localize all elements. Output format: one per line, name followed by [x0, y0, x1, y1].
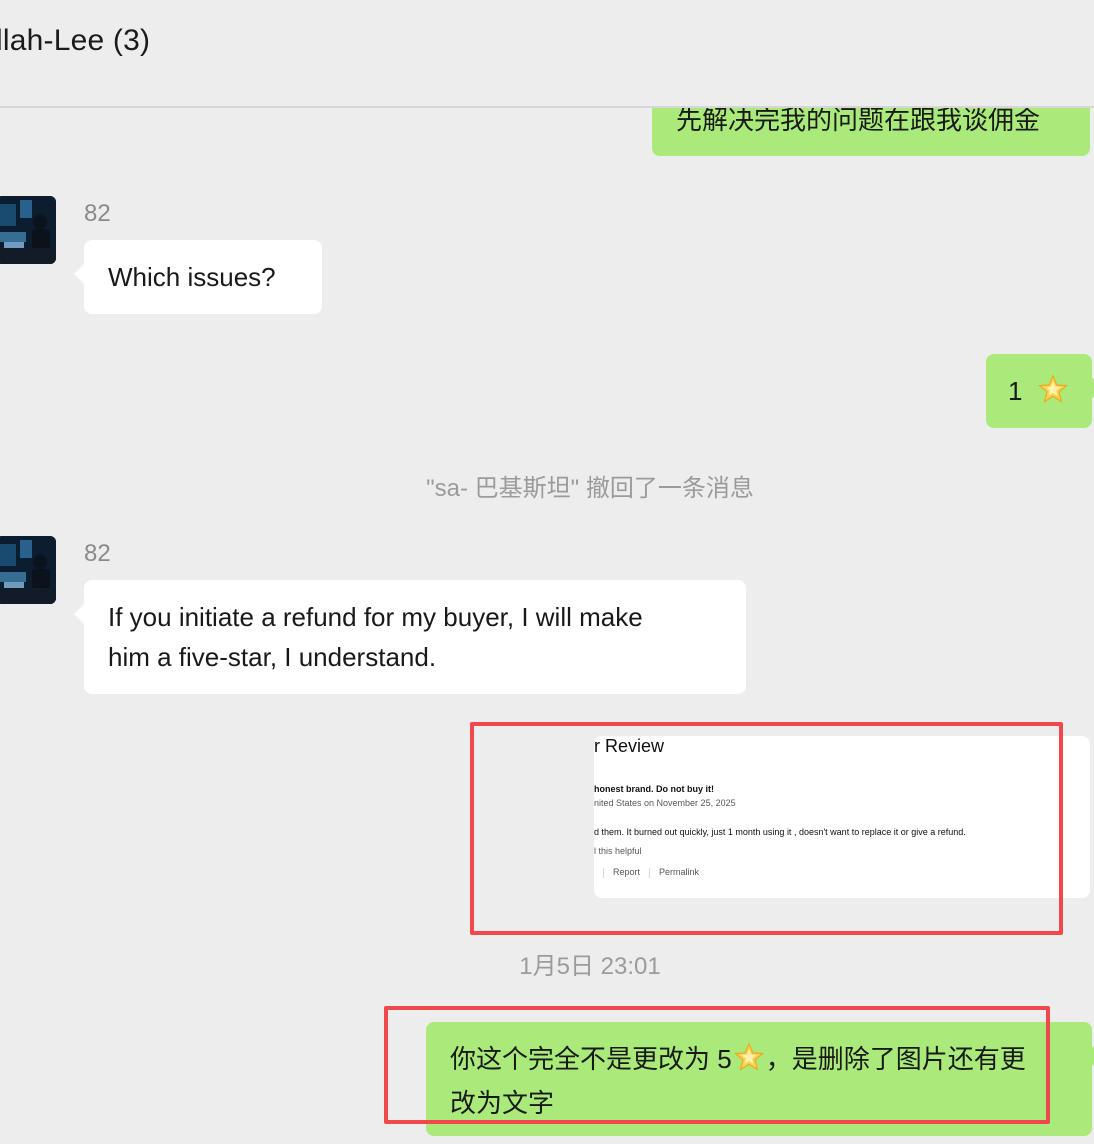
annotation-box	[384, 1006, 1050, 1124]
sender-name: 82	[84, 540, 111, 567]
star-emoji-icon	[1037, 374, 1068, 415]
avatar[interactable]	[0, 536, 56, 604]
message-bubble-incoming[interactable]: Which issues?	[74, 240, 322, 314]
message-text: 1	[1008, 376, 1023, 406]
chat-title: llah-Lee (3)	[0, 24, 151, 57]
message-text: 先解决完我的问题在跟我谈佣金	[676, 105, 1041, 135]
avatar[interactable]	[0, 196, 56, 264]
message-text-line: him a five-star, I understand.	[108, 642, 437, 672]
message-bubble-incoming[interactable]: If you initiate a refund for my buyer, I…	[74, 580, 746, 694]
annotation-box	[470, 722, 1063, 935]
message-text-line: If you initiate a refund for my buyer, I…	[108, 602, 643, 632]
message-bubble-outgoing[interactable]: 1	[986, 354, 1094, 428]
chat-window: llah-Lee (3) 先解决完我的问题在跟我谈佣金 82 Which iss…	[0, 0, 1094, 1144]
chat-header: llah-Lee (3)	[0, 0, 1094, 108]
message-text: Which issues?	[108, 262, 276, 292]
timestamp: 1月5日 23:01	[519, 953, 661, 980]
sender-name: 82	[84, 200, 111, 227]
recall-notice: "sa- 巴基斯坦" 撤回了一条消息	[426, 475, 754, 502]
